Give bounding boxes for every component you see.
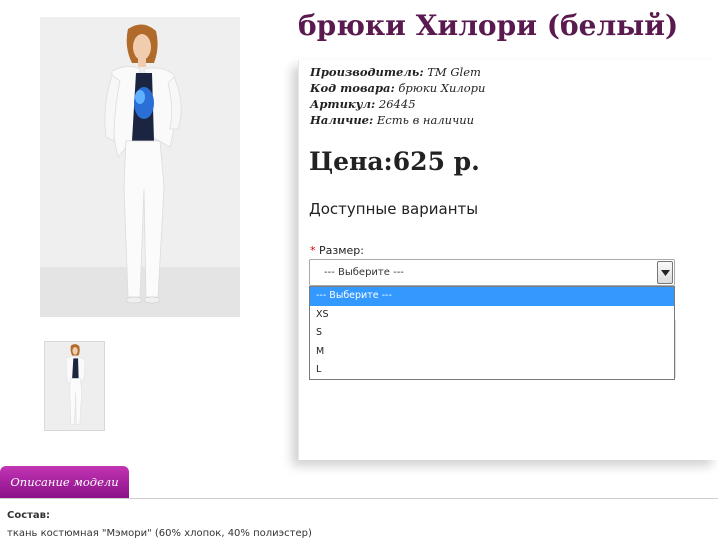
meta-value: ТМ Glem	[427, 65, 481, 79]
meta-value: Есть в наличии	[376, 113, 475, 127]
product-price: Цена:625 р.	[309, 147, 480, 176]
tab-model-description[interactable]: Описание модели	[0, 466, 129, 498]
size-option-xs[interactable]: XS	[310, 306, 674, 325]
size-option-m[interactable]: M	[310, 343, 674, 362]
size-dropdown-list[interactable]: --- Выберите --- XS S M L	[309, 286, 675, 380]
variants-heading: Доступные варианты	[309, 200, 479, 218]
size-option-s[interactable]: S	[310, 324, 674, 343]
size-label-colon: :	[360, 244, 364, 257]
composition-label: Состав:	[7, 510, 51, 521]
model-photo	[40, 17, 240, 317]
meta-value: брюки Хилори	[398, 81, 486, 95]
required-mark: *	[310, 244, 316, 257]
meta-product-code: Код товара: брюки Хилори	[310, 80, 485, 96]
meta-value: 26445	[378, 97, 416, 111]
meta-label: Код товара:	[310, 81, 395, 95]
product-meta: Производитель: ТМ Glem Код товара: брюки…	[310, 64, 485, 128]
size-label-text: Размер	[319, 244, 361, 257]
size-select-value: --- Выберите ---	[324, 267, 404, 278]
chevron-down-icon[interactable]	[657, 261, 673, 284]
meta-label: Производитель:	[310, 65, 424, 79]
main-product-image[interactable]	[40, 17, 240, 317]
composition-text: ткань костюмная "Мэмори" (60% хлопок, 40…	[7, 528, 312, 539]
meta-label: Артикул:	[310, 97, 376, 111]
meta-label: Наличие:	[310, 113, 374, 127]
tab-divider	[0, 498, 718, 499]
size-label: * Размер:	[310, 244, 364, 257]
panel-divider	[675, 320, 676, 378]
size-select[interactable]: --- Выберите ---	[309, 259, 675, 286]
product-title: брюки Хилори (белый)	[298, 9, 679, 42]
size-option-placeholder[interactable]: --- Выберите ---	[310, 287, 674, 306]
thumbnail-photo	[45, 342, 104, 430]
meta-article: Артикул: 26445	[310, 96, 485, 112]
product-thumbnail[interactable]	[44, 341, 105, 431]
meta-availability: Наличие: Есть в наличии	[310, 112, 485, 128]
size-option-l[interactable]: L	[310, 361, 674, 380]
meta-manufacturer: Производитель: ТМ Glem	[310, 64, 485, 80]
